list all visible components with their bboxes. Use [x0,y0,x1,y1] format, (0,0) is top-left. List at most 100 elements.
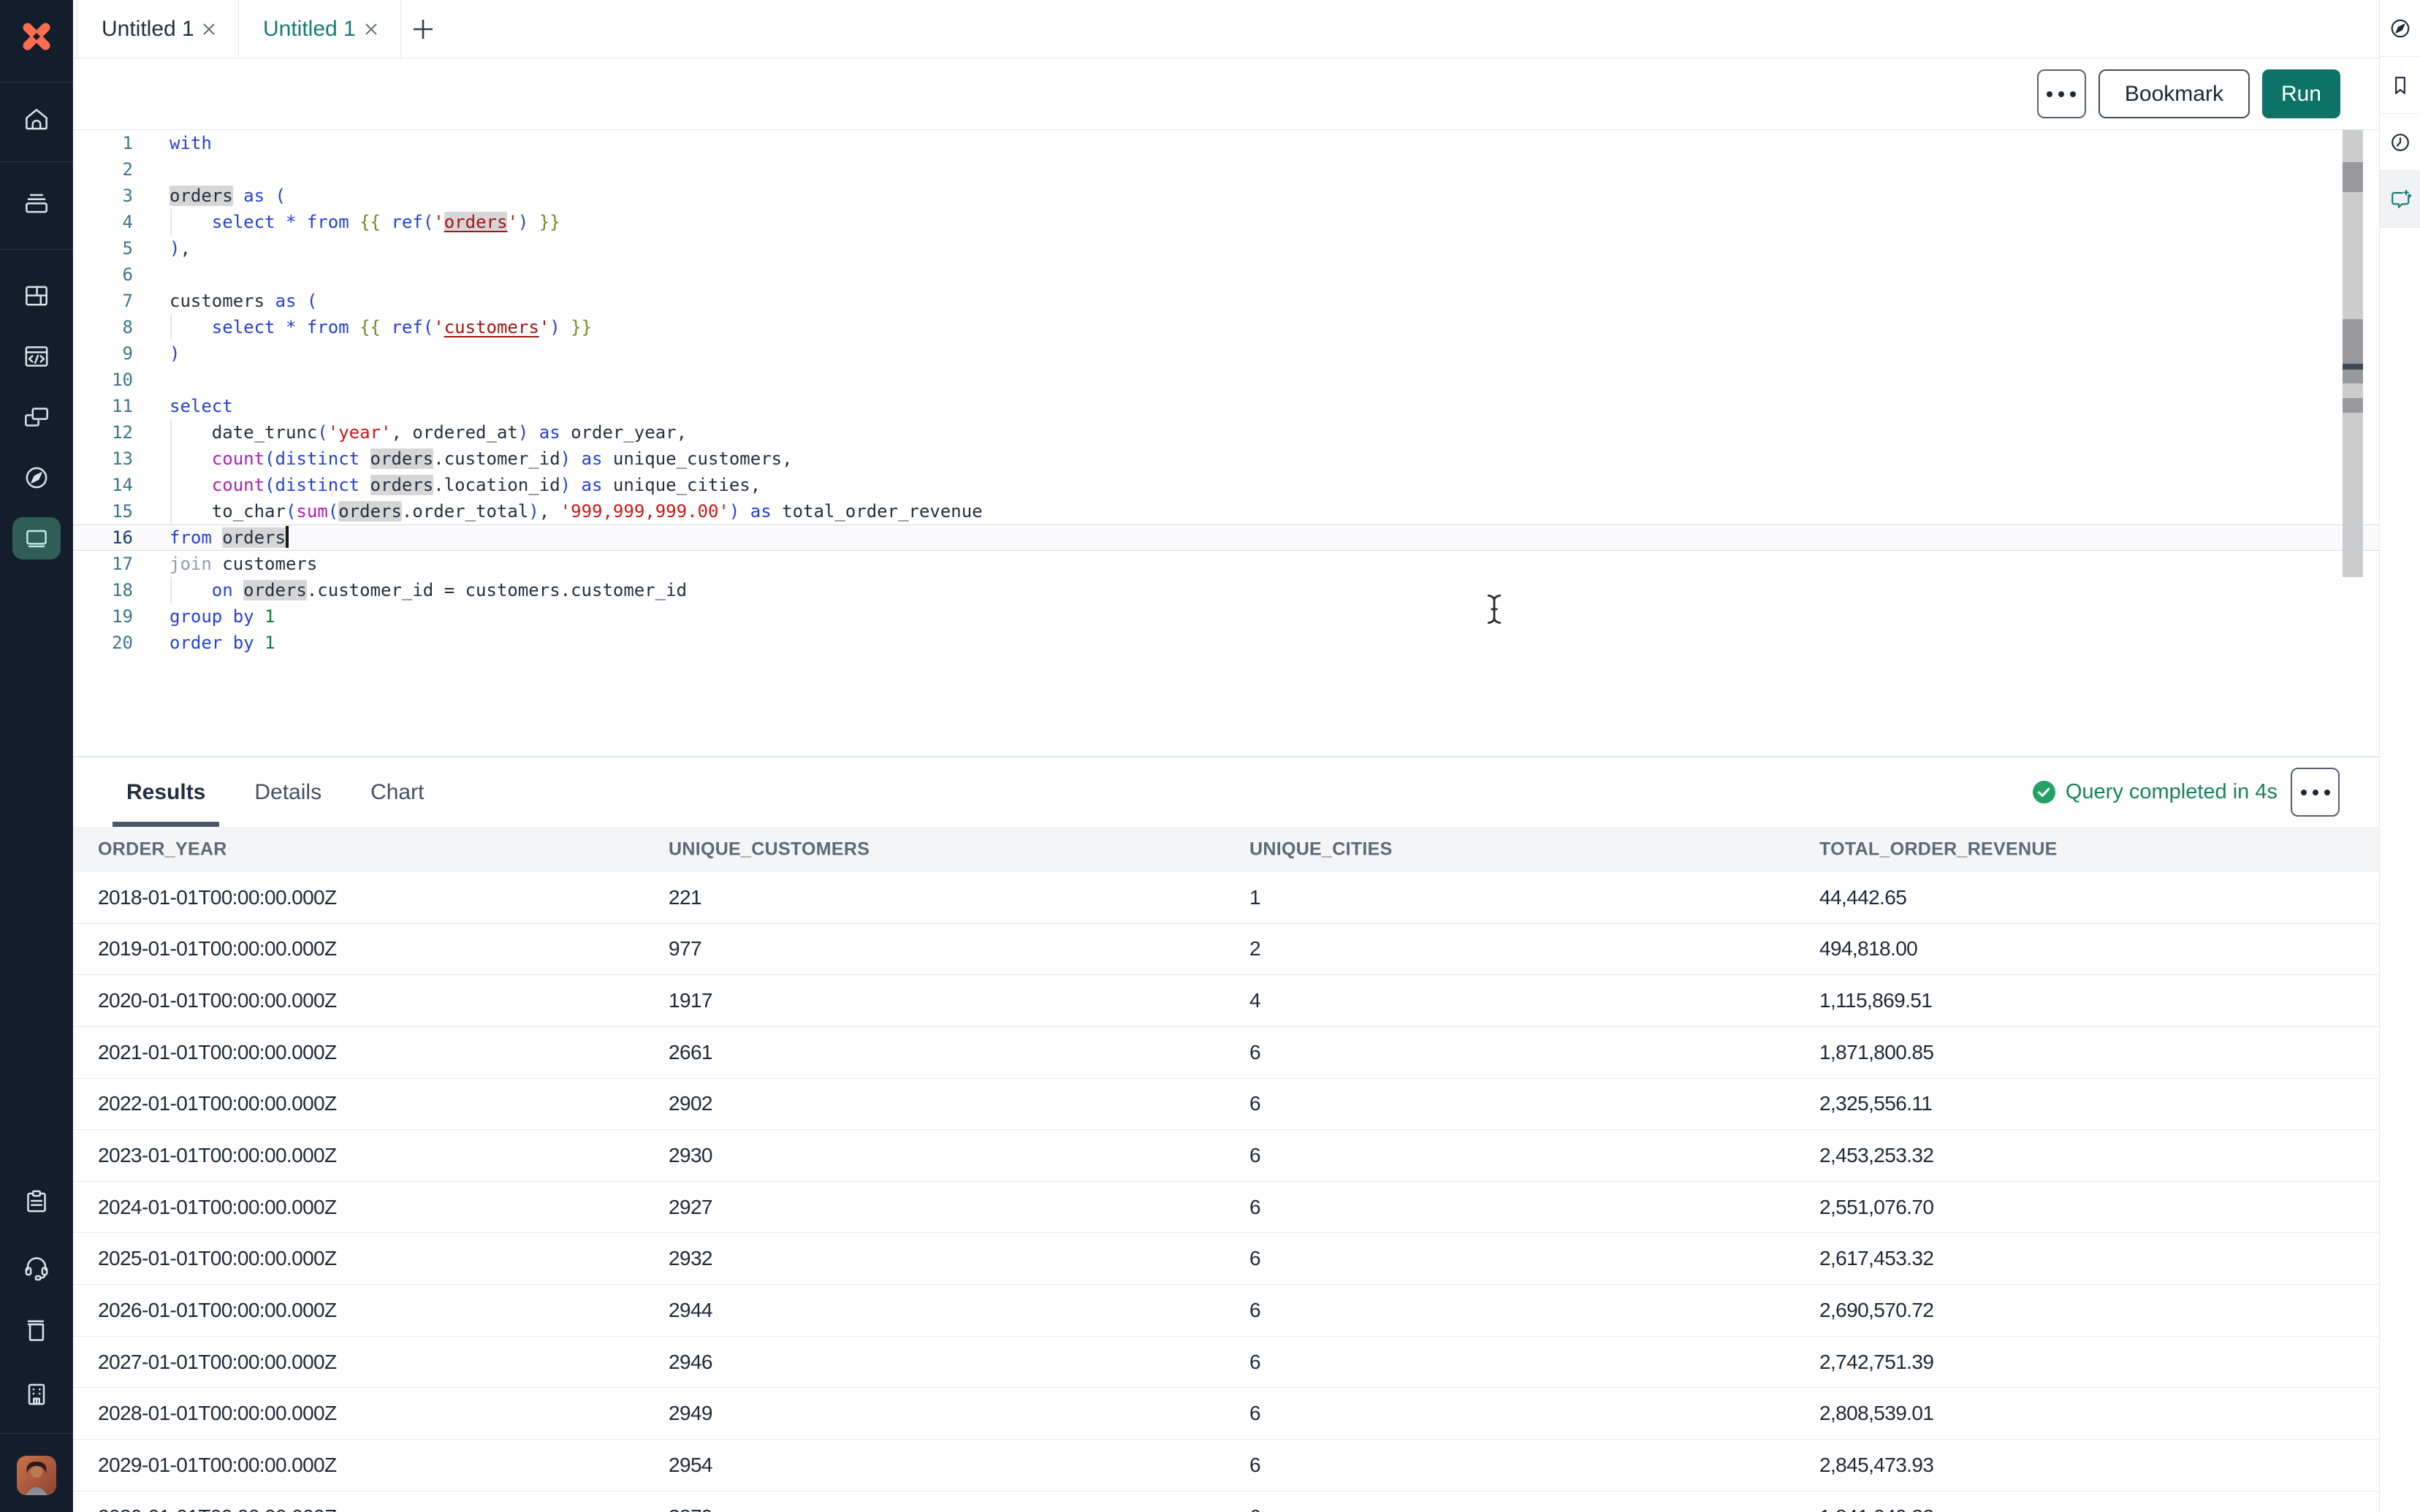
right-sidebar-item-ai-assistant[interactable] [2380,171,2420,228]
home-icon [21,104,52,134]
sidebar-item-terminal[interactable] [0,511,73,566]
code-line-15[interactable]: 15 to_char(sum(orders.order_total), '999… [73,498,2379,524]
table-cell: 2949 [669,1402,712,1425]
table-body: 2018-01-01T00:00:00.000Z221144,442.65 20… [73,872,2379,1512]
code-line-18[interactable]: 18 on orders.customer_id = customers.cus… [73,577,2379,603]
table-row[interactable]: 2022-01-01T00:00:00.000Z290262,325,556.1… [73,1079,2379,1131]
code-line-8[interactable]: 8 select * from {{ ref('customers') }} [73,314,2379,340]
query-status: Query completed in 4s [2033,780,2278,804]
close-tab-icon[interactable] [362,20,380,38]
table-row[interactable]: 2019-01-01T00:00:00.000Z9772494,818.00 [73,924,2379,976]
sidebar-divider [0,161,73,162]
sidebar-item-home[interactable] [0,91,73,147]
table-row[interactable]: 2018-01-01T00:00:00.000Z221144,442.65 [73,872,2379,924]
clipboard-icon [21,1186,52,1217]
results-tab-details[interactable]: Details [254,757,321,827]
table-row[interactable]: 2021-01-01T00:00:00.000Z266161,871,800.8… [73,1027,2379,1079]
code-line-13[interactable]: 13 count(distinct orders.customer_id) as… [73,446,2379,472]
app-logo[interactable] [0,0,73,73]
app-window: Untitled 1 Untitled 1 Bookmark Run 1 wit… [0,0,2420,1512]
sidebar-item-support[interactable] [0,1238,73,1294]
right-sidebar-item-history[interactable] [2380,114,2420,171]
table-cell: 6 [1249,1196,1260,1219]
terminal-icon [21,523,52,554]
editor-tab-2[interactable]: Untitled 1 [239,0,401,58]
code-line-2[interactable]: 2 [73,156,2379,183]
code-line-14[interactable]: 14 count(distinct orders.location_id) as… [73,472,2379,498]
code-line-6[interactable]: 6 [73,261,2379,288]
code-line-4[interactable]: 4 select * from {{ ref('orders') }} [73,209,2379,235]
table-row[interactable]: 2029-01-01T00:00:00.000Z295462,845,473.9… [73,1440,2379,1492]
run-button[interactable]: Run [2262,69,2340,118]
sidebar-item-apps[interactable] [0,389,73,445]
table-row[interactable]: 2027-01-01T00:00:00.000Z294662,742,751.3… [73,1337,2379,1389]
results-tab-chart[interactable]: Chart [370,757,424,827]
table-row[interactable]: 2024-01-01T00:00:00.000Z292762,551,076.7… [73,1182,2379,1234]
query-status-text: Query completed in 4s [2066,780,2278,804]
table-cell: 2930 [669,1144,712,1167]
code-line-5[interactable]: 5 ), [73,235,2379,261]
table-cell: 2,325,556.11 [1819,1092,1932,1115]
code-line-1[interactable]: 1 with [73,130,2379,156]
table-cell: 6 [1249,1454,1260,1477]
bookmark-icon [2387,72,2413,99]
results-tab-label: Results [126,780,205,805]
code-line-9[interactable]: 9 ) [73,340,2379,367]
table-cell: 2661 [669,1041,712,1064]
code-line-10[interactable]: 10 [73,367,2379,393]
line-number: 18 [73,577,170,603]
code-line-3[interactable]: 3 orders as ( [73,183,2379,209]
table-cell: 2,617,453.32 [1819,1247,1933,1270]
bookmark-button[interactable]: Bookmark [2099,69,2250,118]
sql-editor[interactable]: 1 with 2 3 orders as ( 4 select * from {… [73,130,2379,756]
table-cell: 2927 [669,1196,712,1219]
book-icon [21,1315,52,1345]
sidebar-item-tasks[interactable] [0,1174,73,1229]
plus-icon [410,16,436,42]
table-row[interactable]: 2028-01-01T00:00:00.000Z294962,808,539.0… [73,1388,2379,1440]
table-cell: 6 [1249,1092,1260,1115]
table-row[interactable]: 2026-01-01T00:00:00.000Z294462,690,570.7… [73,1285,2379,1337]
new-tab-button[interactable] [401,0,445,58]
sidebar-item-code-editor[interactable] [0,329,73,384]
close-tab-icon[interactable] [200,20,218,38]
table-row[interactable]: 2030-01-01T00:00:00.000Z287961,841,049.3… [73,1492,2379,1512]
table-cell: 2,453,253.32 [1819,1144,1933,1167]
editor-more-button[interactable] [2037,69,2086,118]
right-sidebar-item-explore[interactable] [2380,0,2420,57]
table-cell: 2902 [669,1092,712,1115]
sidebar-item-organization[interactable] [0,1367,73,1422]
table-cell: 2,742,751.39 [1819,1351,1933,1374]
line-number: 7 [73,288,170,314]
line-number: 11 [73,393,170,419]
sidebar-item-dashboard[interactable] [0,268,73,324]
user-avatar[interactable] [17,1456,56,1495]
editor-overview-scrollbar[interactable] [2343,130,2363,577]
results-more-button[interactable] [2291,768,2340,817]
code-line-19[interactable]: 19 group by 1 [73,603,2379,630]
line-number: 4 [73,209,170,235]
table-row[interactable]: 2025-01-01T00:00:00.000Z293262,617,453.3… [73,1233,2379,1285]
table-row[interactable]: 2023-01-01T00:00:00.000Z293062,453,253.3… [73,1130,2379,1182]
stack-icon [21,188,52,218]
column-header-unique_customers[interactable]: UNIQUE_CUSTOMERS [669,839,870,860]
sidebar-item-projects[interactable] [0,175,73,231]
sidebar-item-explore[interactable] [0,450,73,505]
sidebar-item-docs[interactable] [0,1302,73,1358]
table-cell: 2932 [669,1247,712,1270]
column-header-unique_cities[interactable]: UNIQUE_CITIES [1249,839,1393,860]
table-row[interactable]: 2020-01-01T00:00:00.000Z191741,115,869.5… [73,975,2379,1027]
editor-tab-1[interactable]: Untitled 1 [77,0,239,58]
code-line-7[interactable]: 7 customers as ( [73,288,2379,314]
code-line-20[interactable]: 20 order by 1 [73,630,2379,656]
line-number: 1 [73,130,170,156]
right-sidebar-item-bookmarks[interactable] [2380,57,2420,114]
code-line-12[interactable]: 12 date_trunc('year', ordered_at) as ord… [73,419,2379,446]
column-header-order_year[interactable]: ORDER_YEAR [98,839,227,860]
code-line-11[interactable]: 11 select [73,393,2379,419]
check-circle-icon [2033,781,2055,803]
column-header-total_order_revenue[interactable]: TOTAL_ORDER_REVENUE [1819,839,2058,860]
code-line-17[interactable]: 17 join customers [73,551,2379,577]
results-tab-results[interactable]: Results [126,757,205,827]
code-line-16[interactable]: 16 from orders [73,524,2379,551]
